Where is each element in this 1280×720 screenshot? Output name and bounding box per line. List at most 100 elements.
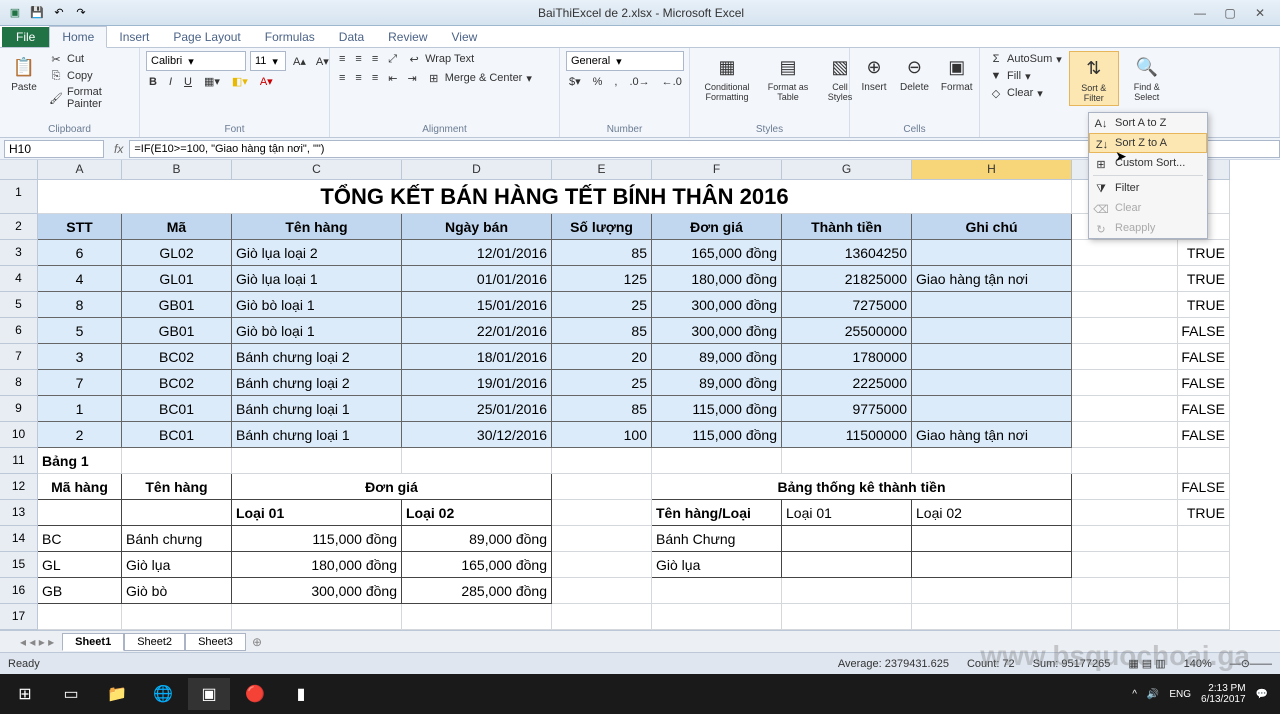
cell-ten[interactable]: Bánh chưng loại 1 xyxy=(232,396,402,422)
cell[interactable] xyxy=(1178,578,1230,604)
t2-ma[interactable]: GL xyxy=(38,552,122,578)
cell-dg[interactable]: 115,000 đồng xyxy=(652,422,782,448)
cell[interactable] xyxy=(1072,604,1178,630)
conditional-formatting-button[interactable]: ▦Conditional Formatting xyxy=(696,51,758,104)
file-explorer-icon[interactable]: 📁 xyxy=(96,678,138,710)
col-tt[interactable]: Thành tiền xyxy=(782,214,912,240)
wrap-text-button[interactable]: ↩Wrap Text xyxy=(404,51,477,67)
t2-ten[interactable]: Bánh chưng xyxy=(122,526,232,552)
insert-cells-button[interactable]: ⊕Insert xyxy=(856,51,892,95)
cell[interactable] xyxy=(232,604,402,630)
cell[interactable] xyxy=(552,448,652,474)
fill-button[interactable]: ▼Fill▾ xyxy=(986,68,1065,84)
cell-ten[interactable]: Bánh chưng loại 1 xyxy=(232,422,402,448)
cell[interactable] xyxy=(652,604,782,630)
cell[interactable] xyxy=(402,604,552,630)
row-header[interactable]: 3 xyxy=(0,240,38,266)
t2-h-dg[interactable]: Đơn giá xyxy=(232,474,552,500)
row-header[interactable]: 4 xyxy=(0,266,38,292)
cell[interactable] xyxy=(782,604,912,630)
cell[interactable] xyxy=(652,578,782,604)
cell[interactable] xyxy=(1072,448,1178,474)
cell-ngay[interactable]: 18/01/2016 xyxy=(402,344,552,370)
file-tab[interactable]: File xyxy=(2,27,49,47)
border-button[interactable]: ▦▾ xyxy=(201,74,223,89)
cell[interactable] xyxy=(402,448,552,474)
cell[interactable] xyxy=(1072,474,1178,500)
align-top-icon[interactable]: ≡ xyxy=(336,52,348,66)
t2-ten[interactable]: Giò bò xyxy=(122,578,232,604)
cell-gc[interactable] xyxy=(912,344,1072,370)
undo-icon[interactable]: ↶ xyxy=(50,4,68,22)
cell-gc[interactable] xyxy=(912,396,1072,422)
cell[interactable] xyxy=(1072,240,1178,266)
tab-review[interactable]: Review xyxy=(376,27,439,47)
minimize-button[interactable]: — xyxy=(1186,4,1214,22)
col-ten[interactable]: Tên hàng xyxy=(232,214,402,240)
cell-dg[interactable]: 115,000 đồng xyxy=(652,396,782,422)
sheet-title[interactable]: TỔNG KẾT BÁN HÀNG TẾT BÍNH THÂN 2016 xyxy=(38,180,1072,214)
cell[interactable] xyxy=(1072,526,1178,552)
cell-dg[interactable]: 165,000 đồng xyxy=(652,240,782,266)
cell-tt[interactable]: 11500000 xyxy=(782,422,912,448)
cell-stt[interactable]: 5 xyxy=(38,318,122,344)
cell-stt[interactable]: 7 xyxy=(38,370,122,396)
row-header[interactable]: 2 xyxy=(0,214,38,240)
cell[interactable] xyxy=(38,604,122,630)
cell-stt[interactable]: 8 xyxy=(38,292,122,318)
indent-dec-icon[interactable]: ⇤ xyxy=(385,71,400,86)
cell-dg[interactable]: 300,000 đồng xyxy=(652,318,782,344)
cell-ma[interactable]: BC01 xyxy=(122,422,232,448)
cell[interactable] xyxy=(782,526,912,552)
cell[interactable] xyxy=(1178,448,1230,474)
app-icon[interactable]: ▮ xyxy=(280,678,322,710)
t2-l1[interactable]: 115,000 đồng xyxy=(232,526,402,552)
t2-l2[interactable]: 89,000 đồng xyxy=(402,526,552,552)
row-header[interactable]: 5 xyxy=(0,292,38,318)
start-button[interactable]: ⊞ xyxy=(4,678,46,710)
row-header[interactable]: 11 xyxy=(0,448,38,474)
cell[interactable] xyxy=(1178,604,1230,630)
col-gc[interactable]: Ghi chú xyxy=(912,214,1072,240)
cell-ngay[interactable]: 22/01/2016 xyxy=(402,318,552,344)
t3-h-l2[interactable]: Loại 02 xyxy=(912,500,1072,526)
cell-ngay[interactable]: 19/01/2016 xyxy=(402,370,552,396)
cell[interactable] xyxy=(1178,526,1230,552)
cell-dg[interactable]: 89,000 đồng xyxy=(652,370,782,396)
cell[interactable] xyxy=(912,448,1072,474)
cell-stt[interactable]: 2 xyxy=(38,422,122,448)
cell[interactable] xyxy=(122,448,232,474)
cell-j[interactable]: FALSE xyxy=(1178,396,1230,422)
cell-j[interactable]: TRUE xyxy=(1178,240,1230,266)
cell-j[interactable]: FALSE xyxy=(1178,474,1230,500)
format-painter-button[interactable]: 🖌Format Painter xyxy=(46,85,133,111)
bang1-label[interactable]: Bảng 1 xyxy=(38,448,122,474)
excel-taskbar-icon[interactable]: ▣ xyxy=(188,678,230,710)
t3-ten[interactable]: Bánh Chưng xyxy=(652,526,782,552)
cell[interactable] xyxy=(552,474,652,500)
tab-formulas[interactable]: Formulas xyxy=(253,27,327,47)
row-header[interactable]: 13 xyxy=(0,500,38,526)
column-header[interactable]: G xyxy=(782,160,912,180)
row-header[interactable]: 8 xyxy=(0,370,38,396)
t2-h-l2[interactable]: Loại 02 xyxy=(402,500,552,526)
align-middle-icon[interactable]: ≡ xyxy=(352,52,364,66)
align-bottom-icon[interactable]: ≡ xyxy=(369,52,381,66)
cell-ten[interactable]: Giò lụa loại 1 xyxy=(232,266,402,292)
cell-j[interactable]: FALSE xyxy=(1178,422,1230,448)
t2-h-ma[interactable]: Mã hàng xyxy=(38,474,122,500)
col-ngay[interactable]: Ngày bán xyxy=(402,214,552,240)
cell[interactable] xyxy=(232,448,402,474)
cell[interactable] xyxy=(122,500,232,526)
cell-sl[interactable]: 100 xyxy=(552,422,652,448)
t2-l1[interactable]: 180,000 đồng xyxy=(232,552,402,578)
cell[interactable] xyxy=(1072,266,1178,292)
row-header[interactable]: 9 xyxy=(0,396,38,422)
col-ma[interactable]: Mã xyxy=(122,214,232,240)
cell-ma[interactable]: GL01 xyxy=(122,266,232,292)
row-header[interactable]: 16 xyxy=(0,578,38,604)
new-sheet-icon[interactable]: ⊕ xyxy=(252,635,262,649)
copy-button[interactable]: ⎘Copy xyxy=(46,68,133,84)
cell-tt[interactable]: 13604250 xyxy=(782,240,912,266)
cell-ma[interactable]: GB01 xyxy=(122,292,232,318)
